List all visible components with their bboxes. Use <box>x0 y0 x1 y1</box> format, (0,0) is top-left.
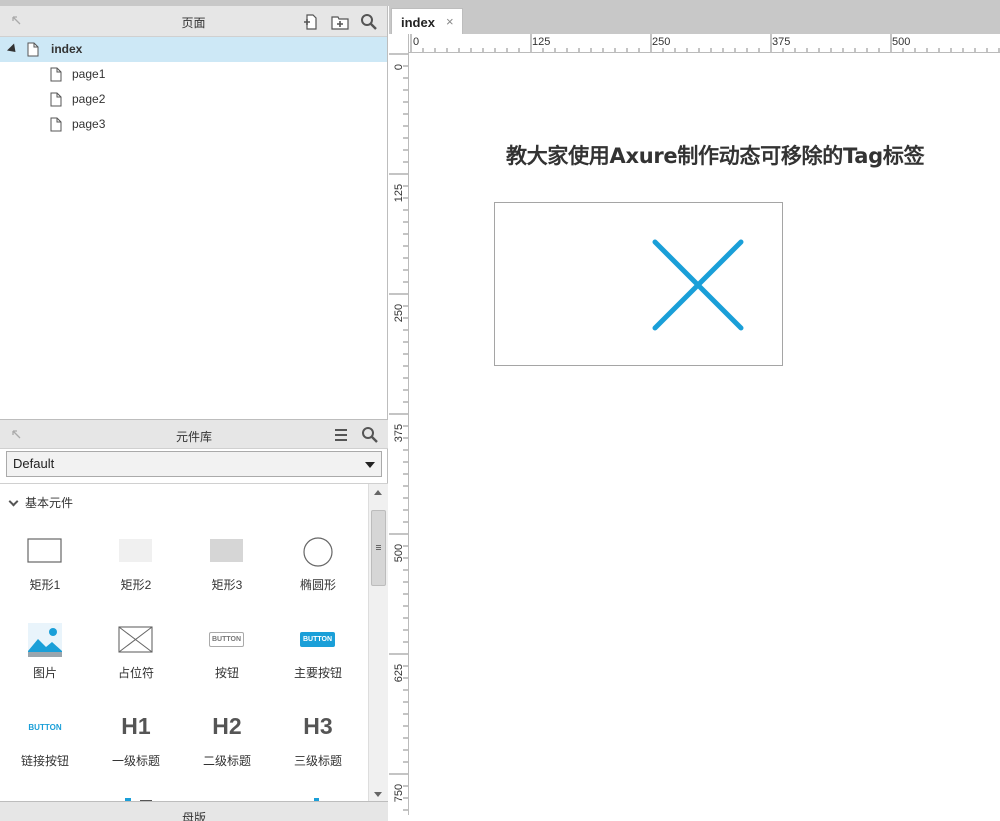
add-folder-icon[interactable] <box>330 12 350 32</box>
widget-primary-button[interactable]: BUTTON 主要按钮 <box>278 623 358 683</box>
grip-icon <box>376 545 381 546</box>
widget-label: 占位符 <box>117 666 154 680</box>
vruler-label-0: 0 <box>393 63 405 71</box>
link-button-icon: BUTTON <box>28 723 62 732</box>
hruler-label-500: 500 <box>892 36 911 48</box>
tree-item-label: page1 <box>72 67 106 81</box>
widget-label: 矩形2 <box>120 578 152 592</box>
widget-h3[interactable]: H3 三级标题 <box>278 711 358 771</box>
widget-label: 按钮 <box>214 666 239 680</box>
hruler-label-0: 0 <box>413 36 420 48</box>
hruler-label-250: 250 <box>652 36 671 48</box>
design-canvas[interactable]: 教大家使用Axure制作动态可移除的Tag标签 <box>410 54 1000 815</box>
masters-panel-header: 母版 <box>0 801 388 821</box>
tree-item-label: page3 <box>72 117 106 131</box>
rectangle-light-icon <box>119 539 152 562</box>
scroll-down-icon[interactable] <box>374 792 382 797</box>
page-tree: index page1 page2 page3 <box>0 37 387 137</box>
ellipse-icon <box>303 537 333 567</box>
left-panel: 页面 index page1 page2 page3 元件库 Default 基… <box>0 6 388 821</box>
placeholder-icon <box>118 626 153 653</box>
rectangle-outline-icon <box>27 538 62 563</box>
tree-item-label: index <box>51 42 83 56</box>
library-panel-title: 元件库 <box>175 430 212 444</box>
page-icon <box>27 42 39 57</box>
widget-button[interactable]: BUTTON 按钮 <box>187 623 267 683</box>
add-page-icon[interactable] <box>301 12 321 32</box>
hruler-label-125: 125 <box>532 36 551 48</box>
page-icon <box>50 117 62 132</box>
widget-placeholder[interactable]: 占位符 <box>96 623 176 683</box>
expand-arrow-icon[interactable] <box>6 43 20 56</box>
vruler-label-750: 750 <box>393 783 405 803</box>
widget-link-button[interactable]: BUTTON 链接按钮 <box>5 711 85 771</box>
chevron-down-icon <box>8 496 19 506</box>
widget-label: 矩形1 <box>29 578 61 592</box>
horizontal-ruler-ticks <box>410 34 1000 52</box>
widget-label: 椭圆形 <box>299 578 336 592</box>
tag-container-box[interactable] <box>494 202 783 366</box>
hruler-label-375: 375 <box>772 36 791 48</box>
widget-label: 三级标题 <box>293 754 342 768</box>
close-icon[interactable]: × <box>446 14 454 29</box>
search-icon[interactable] <box>360 425 380 445</box>
rectangle-gray-icon <box>210 539 243 562</box>
h3-icon: H3 <box>303 713 333 739</box>
button-icon: BUTTON <box>209 632 244 647</box>
category-label: 基本元件 <box>25 496 74 510</box>
library-scrollbar[interactable] <box>368 484 388 801</box>
scroll-up-icon[interactable] <box>374 490 382 495</box>
widget-h1[interactable]: H1 一级标题 <box>96 711 176 771</box>
widget-rectangle1[interactable]: 矩形1 <box>5 536 85 596</box>
primary-button-icon: BUTTON <box>300 632 335 647</box>
chevron-down-icon <box>365 462 375 468</box>
canvas-heading[interactable]: 教大家使用Axure制作动态可移除的Tag标签 <box>506 140 925 170</box>
widget-ellipse[interactable]: 椭圆形 <box>278 536 358 596</box>
widget-label: 一级标题 <box>111 754 160 768</box>
widget-rectangle3[interactable]: 矩形3 <box>187 536 267 596</box>
vertical-ruler: 0 125 250 375 500 625 750 <box>389 34 409 815</box>
widget-label: 主要按钮 <box>293 666 342 680</box>
category-basic[interactable]: 基本元件 <box>8 494 74 511</box>
widget-label: 链接按钮 <box>20 754 69 768</box>
library-select-value: Default <box>13 456 55 471</box>
tree-item-index[interactable]: index <box>0 37 387 62</box>
image-icon <box>28 623 62 657</box>
page-icon <box>50 92 62 107</box>
vruler-label-500: 500 <box>393 543 405 563</box>
vruler-label-375: 375 <box>393 423 405 443</box>
library-select[interactable]: Default <box>6 451 382 477</box>
vruler-label-625: 625 <box>393 663 405 683</box>
masters-panel-title: 母版 <box>181 811 206 821</box>
widget-label: 矩形3 <box>211 578 243 592</box>
widget-h2[interactable]: H2 二级标题 <box>187 711 267 771</box>
tab-index[interactable]: index × <box>391 8 463 34</box>
tree-item-page1[interactable]: page1 <box>0 62 387 87</box>
library-panel-header: 元件库 <box>0 419 388 449</box>
widget-label: 二级标题 <box>202 754 251 768</box>
vruler-label-250: 250 <box>393 303 405 323</box>
widget-library: 基本元件 矩形1 矩形2 矩形3 椭圆形 图片 占位符 BUTTON 按钮 BU… <box>0 483 388 801</box>
h2-icon: H2 <box>212 713 242 739</box>
scrollbar-thumb[interactable] <box>371 510 386 586</box>
vruler-label-125: 125 <box>393 183 405 203</box>
pages-panel-header: 页面 <box>0 6 387 37</box>
tree-item-label: page2 <box>72 92 106 106</box>
h1-icon: H1 <box>121 713 151 739</box>
tree-item-page3[interactable]: page3 <box>0 112 387 137</box>
page-icon <box>50 67 62 82</box>
menu-icon[interactable] <box>331 425 351 445</box>
widget-rectangle2[interactable]: 矩形2 <box>96 536 176 596</box>
tab-label: index <box>401 15 435 30</box>
tree-item-page2[interactable]: page2 <box>0 87 387 112</box>
widget-image[interactable]: 图片 <box>5 623 85 683</box>
widget-label: 图片 <box>32 666 57 680</box>
editor-tabbar: index × <box>389 6 1000 34</box>
search-icon[interactable] <box>359 12 379 32</box>
horizontal-ruler: 0 125 250 375 500 <box>409 34 1000 53</box>
remove-x-icon[interactable] <box>650 237 746 333</box>
